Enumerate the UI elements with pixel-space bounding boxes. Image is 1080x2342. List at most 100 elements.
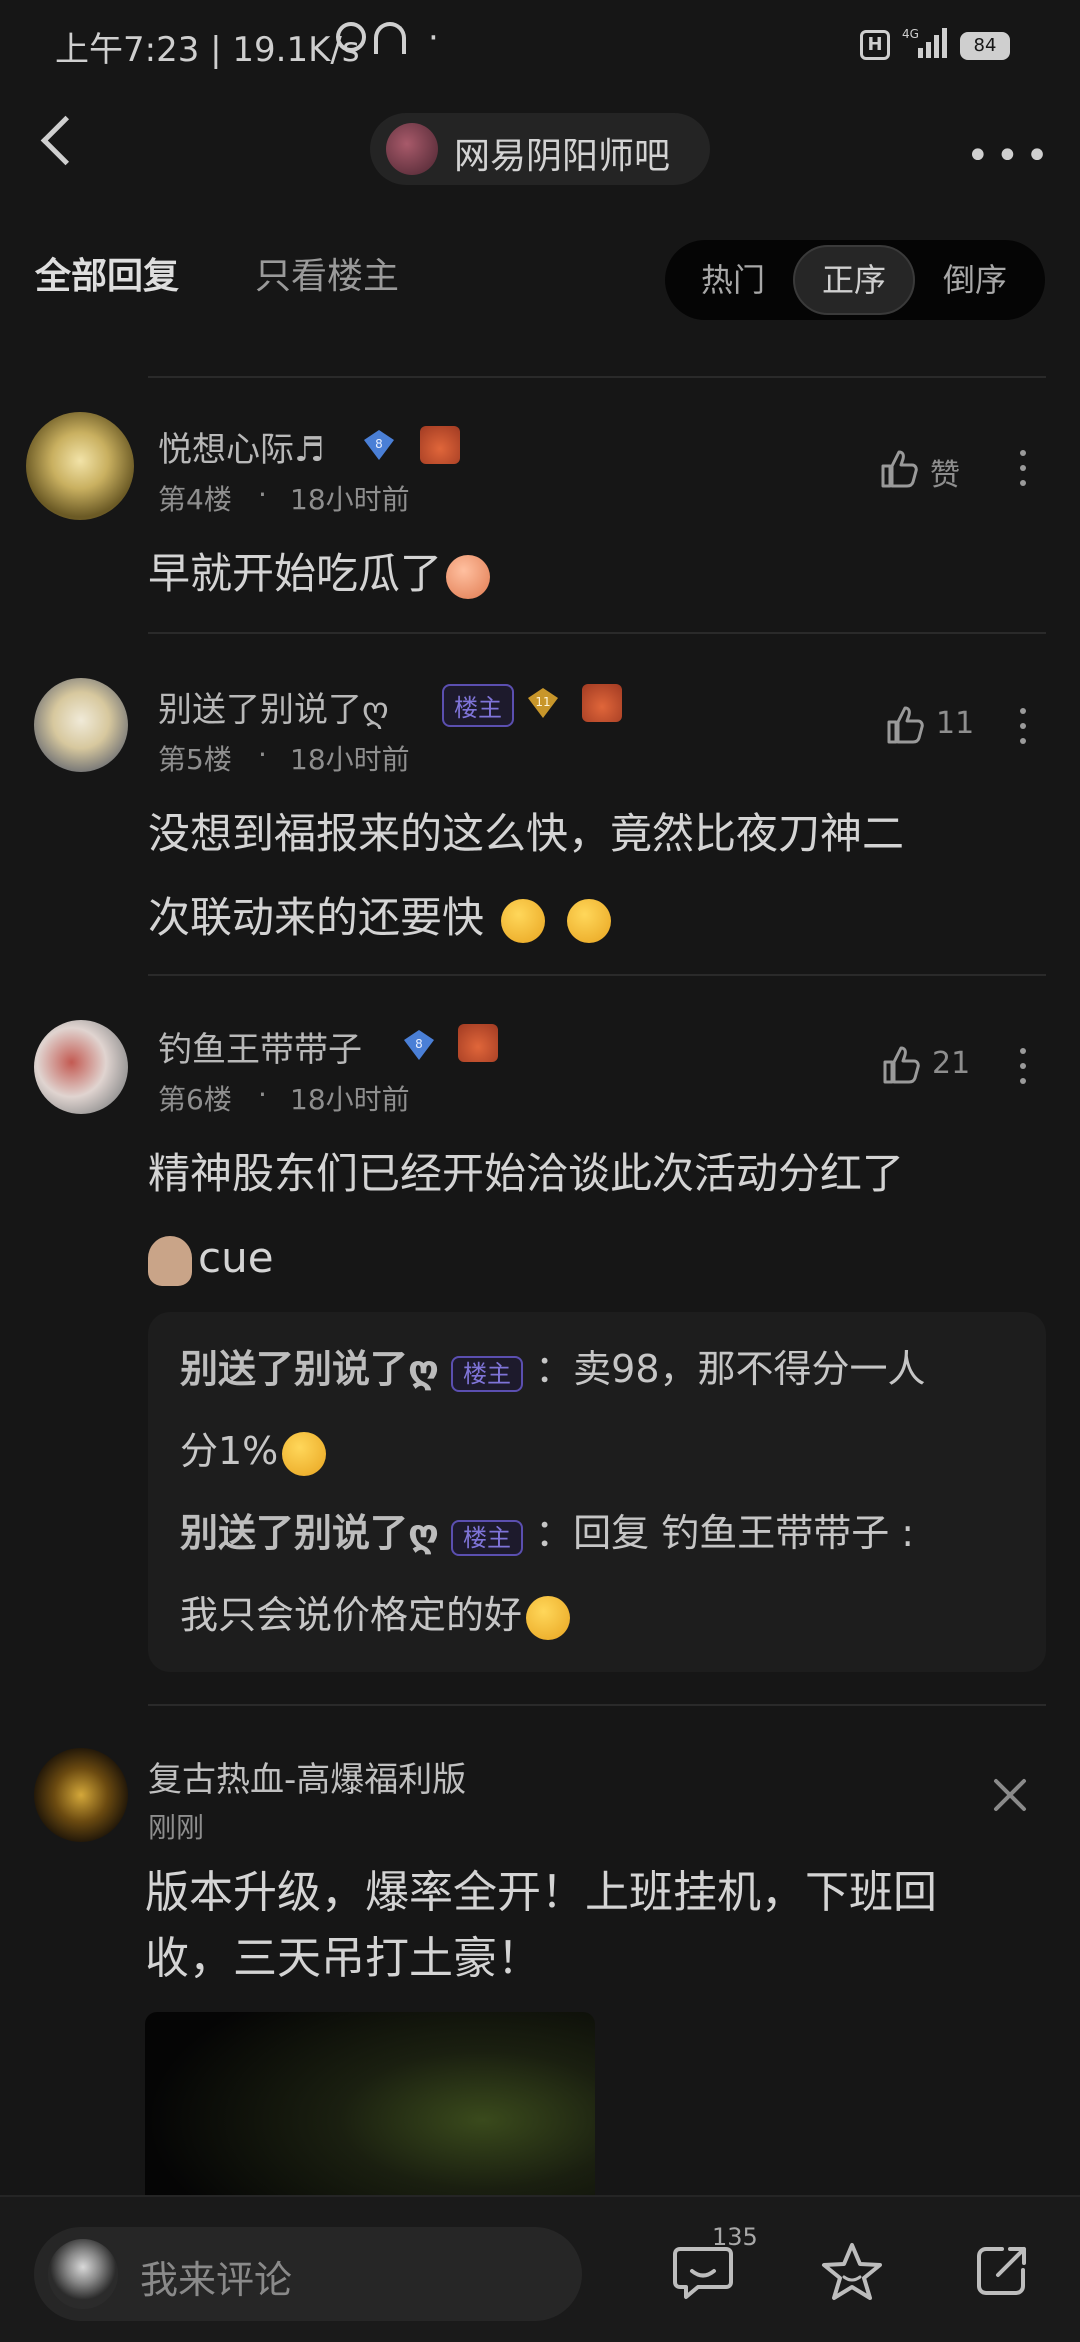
level-number: 8 <box>375 437 383 451</box>
post-text-line1: 没想到福报来的这么快，竟然比夜刀神二 <box>148 809 905 858</box>
comment-icon[interactable] <box>672 2243 734 2301</box>
status-bar: 上午7:23 | 19.1K/s · H 4G 84 <box>0 0 1080 95</box>
post-content: 精神股东们已经开始洽谈此次活动分红了 cue <box>148 1132 904 1300</box>
post-content: 早就开始吃瓜了 <box>148 532 494 616</box>
forum-avatar <box>386 123 438 175</box>
post-more-icon[interactable] <box>1020 1048 1026 1088</box>
avatar[interactable] <box>34 678 128 772</box>
post-more-icon[interactable] <box>1020 708 1026 748</box>
post-content-line2: 次联动来的还要快 <box>148 876 904 960</box>
post-floor-5: 别送了别说了ღ 楼主 11 第5楼 · 18小时前 11 没想到福报来的这么快，… <box>0 660 1080 970</box>
nested-replies[interactable]: 别送了别说了ღ 楼主 ：卖98，那不得分一人 分1% 别送了别说了ღ 楼主 ：回… <box>148 1312 1046 1672</box>
username[interactable]: 别送了别说了ღ <box>158 682 389 731</box>
avatar[interactable] <box>34 1020 128 1114</box>
ad-body-line2: 收，三天吊打土豪！ <box>145 1933 541 1984</box>
gold-level-icon: 11 <box>528 688 558 718</box>
tab-all-replies[interactable]: 全部回复 <box>35 247 179 299</box>
ad-title[interactable]: 复古热血-高爆福利版 <box>148 1752 466 1801</box>
reply-author[interactable]: 别送了别说了ღ <box>180 1347 439 1391</box>
top-nav: 网易阴阳师吧 ••• <box>0 95 1080 205</box>
sort-hot[interactable]: 热门 <box>673 240 793 320</box>
post-time: 18小时前 <box>290 483 410 516</box>
username[interactable]: 悦想心际♬ <box>158 422 324 471</box>
forum-name: 网易阴阳师吧 <box>454 136 671 177</box>
comment-placeholder: 我来评论 <box>140 2258 293 2302</box>
tongue-emoji-icon <box>526 1595 571 1640</box>
level-number: 11 <box>535 695 550 709</box>
meta-separator: · <box>258 1078 267 1111</box>
forum-pill[interactable]: 网易阴阳师吧 <box>370 113 710 185</box>
ad-body-line1: 版本升级，爆率全开！上班挂机，下班回 <box>145 1867 937 1918</box>
laughing-emoji-icon <box>566 898 611 943</box>
reply-line: 别送了别说了ღ 楼主 ：回复 钓鱼王带带子 : <box>180 1492 914 1579</box>
post-time: 18小时前 <box>290 743 410 776</box>
reply-text: ：卖98，那不得分一人 <box>535 1347 926 1391</box>
network-type: 4G <box>902 27 919 41</box>
eating-melon-emoji-icon <box>446 554 491 599</box>
ad-avatar[interactable] <box>34 1748 128 1842</box>
sort-descending[interactable]: 倒序 <box>915 240 1035 320</box>
post-floor-4: 悦想心际♬ 8 第4楼 · 18小时前 赞 早就开始吃瓜了 <box>0 400 1080 630</box>
comment-count: 135 <box>712 2223 758 2251</box>
alarm-icon <box>336 22 366 52</box>
reply-line: 我只会说价格定的好 <box>180 1574 574 1656</box>
floor-label: 第6楼 <box>158 1083 232 1116</box>
op-badge: 楼主 <box>442 684 514 727</box>
divider <box>148 632 1046 634</box>
reply-text-cont: 分1% <box>180 1429 279 1473</box>
headphones-icon <box>374 22 406 54</box>
meta-separator: · <box>258 478 267 511</box>
avatar[interactable] <box>26 412 134 520</box>
reply-tabs: 全部回复 只看楼主 热门 正序 倒序 <box>0 225 1080 330</box>
medal-icon <box>458 1024 498 1062</box>
post-content-line2: cue <box>148 1216 904 1300</box>
hd-icon: H <box>860 30 890 60</box>
like-count[interactable]: 11 <box>936 706 974 741</box>
post-text-line2: cue <box>198 1233 274 1282</box>
op-badge: 楼主 <box>451 1520 524 1556</box>
sort-segmented-control: 热门 正序 倒序 <box>665 240 1045 320</box>
laughing-emoji-icon <box>501 898 546 943</box>
like-count[interactable]: 21 <box>932 1046 970 1081</box>
bottom-bar: 我来评论 135 <box>0 2195 1080 2342</box>
back-icon[interactable] <box>40 115 91 166</box>
reply-text: ：回复 钓鱼王带带子 : <box>535 1511 915 1555</box>
comment-input[interactable]: 我来评论 <box>34 2227 582 2321</box>
reply-text-cont: 我只会说价格定的好 <box>180 1593 523 1637</box>
smile-emoji-icon <box>282 1431 327 1476</box>
like-label[interactable]: 赞 <box>930 450 960 494</box>
reply-line: 别送了别说了ღ 楼主 ：卖98，那不得分一人 <box>180 1328 926 1415</box>
battery-icon: 84 <box>960 32 1010 60</box>
my-avatar <box>48 2239 118 2309</box>
floor-label: 第4楼 <box>158 483 232 516</box>
close-icon[interactable] <box>990 1775 1030 1815</box>
reply-author[interactable]: 别送了别说了ღ <box>180 1511 439 1555</box>
post-content: 没想到福报来的这么快，竟然比夜刀神二 次联动来的还要快 <box>148 792 904 960</box>
ad-body[interactable]: 版本升级，爆率全开！上班挂机，下班回 收，三天吊打土豪！ <box>145 1860 937 1992</box>
status-time-speed: 上午7:23 | 19.1K/s <box>55 30 360 70</box>
sort-ascending[interactable]: 正序 <box>793 245 915 315</box>
username[interactable]: 钓鱼王带带子 <box>158 1022 362 1071</box>
medal-icon <box>420 426 460 464</box>
thumbs-up-icon[interactable] <box>882 1044 920 1084</box>
meta-separator: · <box>258 738 267 771</box>
level-number: 8 <box>415 1037 423 1051</box>
status-dot: · <box>428 18 439 58</box>
divider <box>148 376 1046 378</box>
post-text-line1: 精神股东们已经开始洽谈此次活动分红了 <box>148 1149 905 1198</box>
floor-label: 第5楼 <box>158 743 232 776</box>
thumbs-up-icon[interactable] <box>880 448 918 488</box>
thumbs-up-icon[interactable] <box>886 704 924 744</box>
more-icon[interactable]: ••• <box>966 133 1055 179</box>
post-text-line2: 次联动来的还要快 <box>148 893 485 942</box>
op-badge: 楼主 <box>451 1356 524 1392</box>
post-text: 早就开始吃瓜了 <box>148 549 443 598</box>
raised-hand-emoji-icon <box>148 1235 192 1286</box>
divider <box>148 1704 1046 1706</box>
diamond-level-icon: 8 <box>404 1030 434 1060</box>
share-icon[interactable] <box>972 2241 1032 2301</box>
signal-icon: 4G <box>902 27 947 58</box>
tab-only-op[interactable]: 只看楼主 <box>255 247 399 299</box>
star-icon[interactable] <box>820 2241 884 2303</box>
post-more-icon[interactable] <box>1020 450 1026 490</box>
